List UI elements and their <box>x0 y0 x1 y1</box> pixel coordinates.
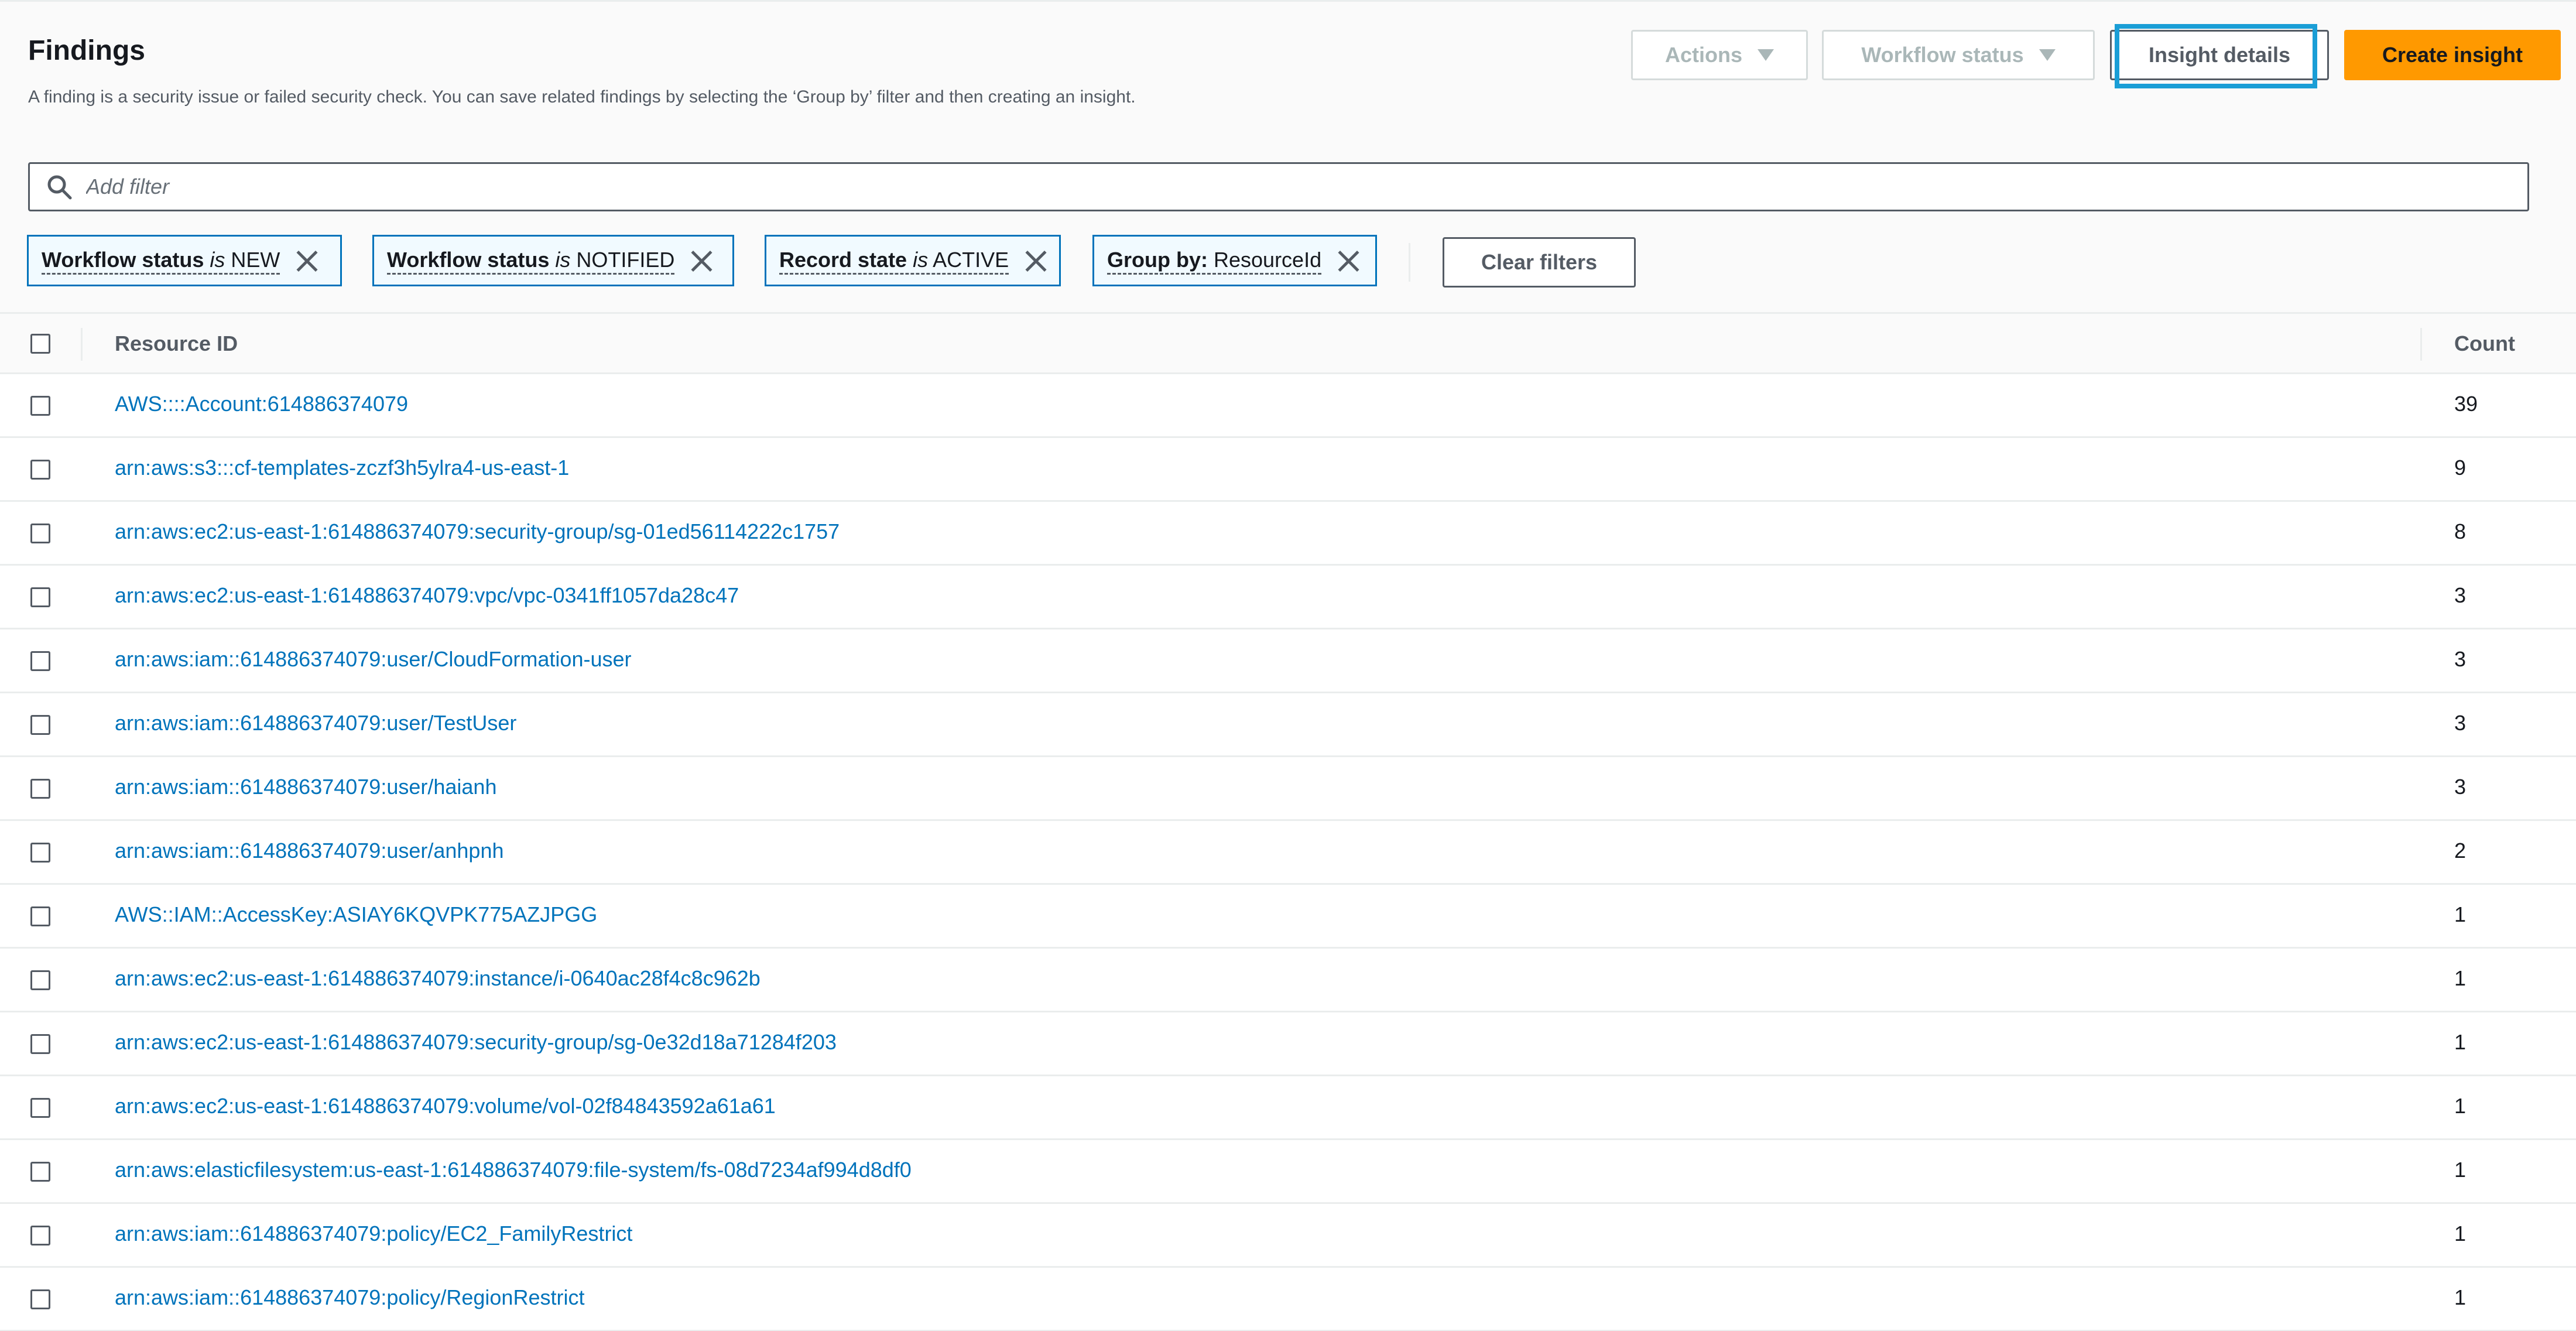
column-separator <box>81 328 83 361</box>
row-checkbox[interactable] <box>30 1034 50 1054</box>
row-checkbox[interactable] <box>30 523 50 543</box>
workflow-status-label: Workflow status <box>1861 43 2024 67</box>
table-row: arn:aws:s3:::cf-templates-zczf3h5ylra4-u… <box>0 438 2576 502</box>
table-row: AWS::::Account:614886374079 39 <box>0 374 2576 438</box>
table-header: Resource ID Count <box>0 312 2576 374</box>
row-count: 8 <box>2454 519 2467 543</box>
row-count: 1 <box>2454 1158 2467 1182</box>
table-row: arn:aws:iam::614886374079:policy/EC2_Fam… <box>0 1204 2576 1268</box>
filter-bar[interactable] <box>28 162 2529 211</box>
close-icon[interactable] <box>1337 249 1360 272</box>
row-count: 3 <box>2454 775 2467 799</box>
create-insight-button[interactable]: Create insight <box>2344 30 2561 80</box>
row-count: 1 <box>2454 1285 2467 1309</box>
filter-divider <box>1409 243 1410 282</box>
table-row: arn:aws:ec2:us-east-1:614886374079:insta… <box>0 949 2576 1012</box>
table-row: arn:aws:ec2:us-east-1:614886374079:secur… <box>0 1012 2576 1076</box>
row-checkbox[interactable] <box>30 396 50 416</box>
row-checkbox[interactable] <box>30 1226 50 1246</box>
resource-id-link[interactable]: arn:aws:ec2:us-east-1:614886374079:insta… <box>115 966 761 991</box>
row-checkbox[interactable] <box>30 779 50 799</box>
filter-token-text[interactable]: Record state is ACTIVE <box>779 247 1009 275</box>
row-count: 3 <box>2454 711 2467 735</box>
row-checkbox[interactable] <box>30 1098 50 1118</box>
resource-id-link[interactable]: arn:aws:ec2:us-east-1:614886374079:secur… <box>115 519 840 544</box>
row-count: 3 <box>2454 583 2467 607</box>
table-row: arn:aws:ec2:us-east-1:614886374079:secur… <box>0 502 2576 566</box>
resource-id-link[interactable]: arn:aws:iam::614886374079:user/CloudForm… <box>115 647 632 672</box>
filter-input[interactable] <box>85 174 2371 200</box>
table-row: arn:aws:iam::614886374079:user/haianh 3 <box>0 757 2576 821</box>
close-icon[interactable] <box>690 249 713 272</box>
row-count: 1 <box>2454 902 2467 926</box>
page-title: Findings <box>28 35 145 66</box>
row-checkbox[interactable] <box>30 1289 50 1309</box>
clear-filters-label: Clear filters <box>1481 250 1598 274</box>
row-checkbox[interactable] <box>30 460 50 480</box>
table-row: arn:aws:iam::614886374079:policy/RegionR… <box>0 1268 2576 1331</box>
row-checkbox[interactable] <box>30 970 50 990</box>
filter-token-record-active: Record state is ACTIVE <box>765 235 1061 286</box>
resource-id-link[interactable]: AWS::::Account:614886374079 <box>115 392 408 416</box>
row-checkbox[interactable] <box>30 715 50 735</box>
filter-token-text[interactable]: Group by: ResourceId <box>1107 247 1322 275</box>
workflow-status-button[interactable]: Workflow status <box>1822 30 2095 80</box>
row-count: 1 <box>2454 966 2467 990</box>
caret-down-icon <box>2039 49 2056 61</box>
row-count: 3 <box>2454 647 2467 671</box>
table-row: arn:aws:iam::614886374079:user/TestUser … <box>0 693 2576 757</box>
table-row: arn:aws:ec2:us-east-1:614886374079:volum… <box>0 1076 2576 1140</box>
resource-id-link[interactable]: arn:aws:iam::614886374079:policy/RegionR… <box>115 1285 584 1310</box>
resource-id-link[interactable]: AWS::IAM::AccessKey:ASIAY6KQVPK775AZJPGG <box>115 902 597 927</box>
findings-page: Findings A finding is a security issue o… <box>0 0 2576 1331</box>
column-separator <box>2420 328 2422 361</box>
resource-id-link[interactable]: arn:aws:iam::614886374079:user/haianh <box>115 775 496 799</box>
resource-id-link[interactable]: arn:aws:s3:::cf-templates-zczf3h5ylra4-u… <box>115 456 569 480</box>
insight-details-highlight <box>2115 24 2317 88</box>
table-row: AWS::IAM::AccessKey:ASIAY6KQVPK775AZJPGG… <box>0 885 2576 949</box>
table-row: arn:aws:ec2:us-east-1:614886374079:vpc/v… <box>0 566 2576 629</box>
resource-id-link[interactable]: arn:aws:iam::614886374079:policy/EC2_Fam… <box>115 1221 632 1246</box>
row-checkbox[interactable] <box>30 1162 50 1182</box>
resource-id-link[interactable]: arn:aws:iam::614886374079:user/TestUser <box>115 711 516 735</box>
create-insight-label: Create insight <box>2382 43 2523 67</box>
row-count: 1 <box>2454 1030 2467 1054</box>
filter-token-group-by: Group by: ResourceId <box>1092 235 1377 286</box>
row-count: 1 <box>2454 1221 2467 1246</box>
filter-token-workflow-notified: Workflow status is NOTIFIED <box>372 235 734 286</box>
actions-label: Actions <box>1664 43 1742 67</box>
row-count: 9 <box>2454 456 2467 480</box>
filter-token-text[interactable]: Workflow status is NEW <box>42 247 280 275</box>
column-header-resource-id[interactable]: Resource ID <box>115 331 238 356</box>
row-count: 39 <box>2454 392 2478 416</box>
resource-id-link[interactable]: arn:aws:ec2:us-east-1:614886374079:volum… <box>115 1094 776 1118</box>
select-all-checkbox[interactable] <box>30 334 50 354</box>
clear-filters-button[interactable]: Clear filters <box>1443 237 1636 288</box>
row-checkbox[interactable] <box>30 587 50 607</box>
row-count: 2 <box>2454 839 2467 863</box>
row-checkbox[interactable] <box>30 843 50 863</box>
resource-id-link[interactable]: arn:aws:ec2:us-east-1:614886374079:vpc/v… <box>115 583 739 608</box>
search-icon <box>47 175 72 200</box>
actions-button[interactable]: Actions <box>1631 30 1808 80</box>
table-row: arn:aws:elasticfilesystem:us-east-1:6148… <box>0 1140 2576 1204</box>
row-checkbox[interactable] <box>30 651 50 671</box>
table-row: arn:aws:iam::614886374079:user/anhpnh 2 <box>0 821 2576 885</box>
filter-token-text[interactable]: Workflow status is NOTIFIED <box>387 247 675 275</box>
page-description: A finding is a security issue or failed … <box>28 87 1136 107</box>
resource-id-link[interactable]: arn:aws:iam::614886374079:user/anhpnh <box>115 839 504 863</box>
close-icon[interactable] <box>1024 249 1047 272</box>
filter-token-workflow-new: Workflow status is NEW <box>27 235 342 286</box>
caret-down-icon <box>1758 49 1774 61</box>
row-checkbox[interactable] <box>30 906 50 926</box>
resource-id-link[interactable]: arn:aws:ec2:us-east-1:614886374079:secur… <box>115 1030 837 1055</box>
table-row: arn:aws:iam::614886374079:user/CloudForm… <box>0 629 2576 693</box>
row-count: 1 <box>2454 1094 2467 1118</box>
close-icon[interactable] <box>295 249 318 272</box>
resource-id-link[interactable]: arn:aws:elasticfilesystem:us-east-1:6148… <box>115 1158 912 1182</box>
column-header-count[interactable]: Count <box>2454 331 2515 356</box>
